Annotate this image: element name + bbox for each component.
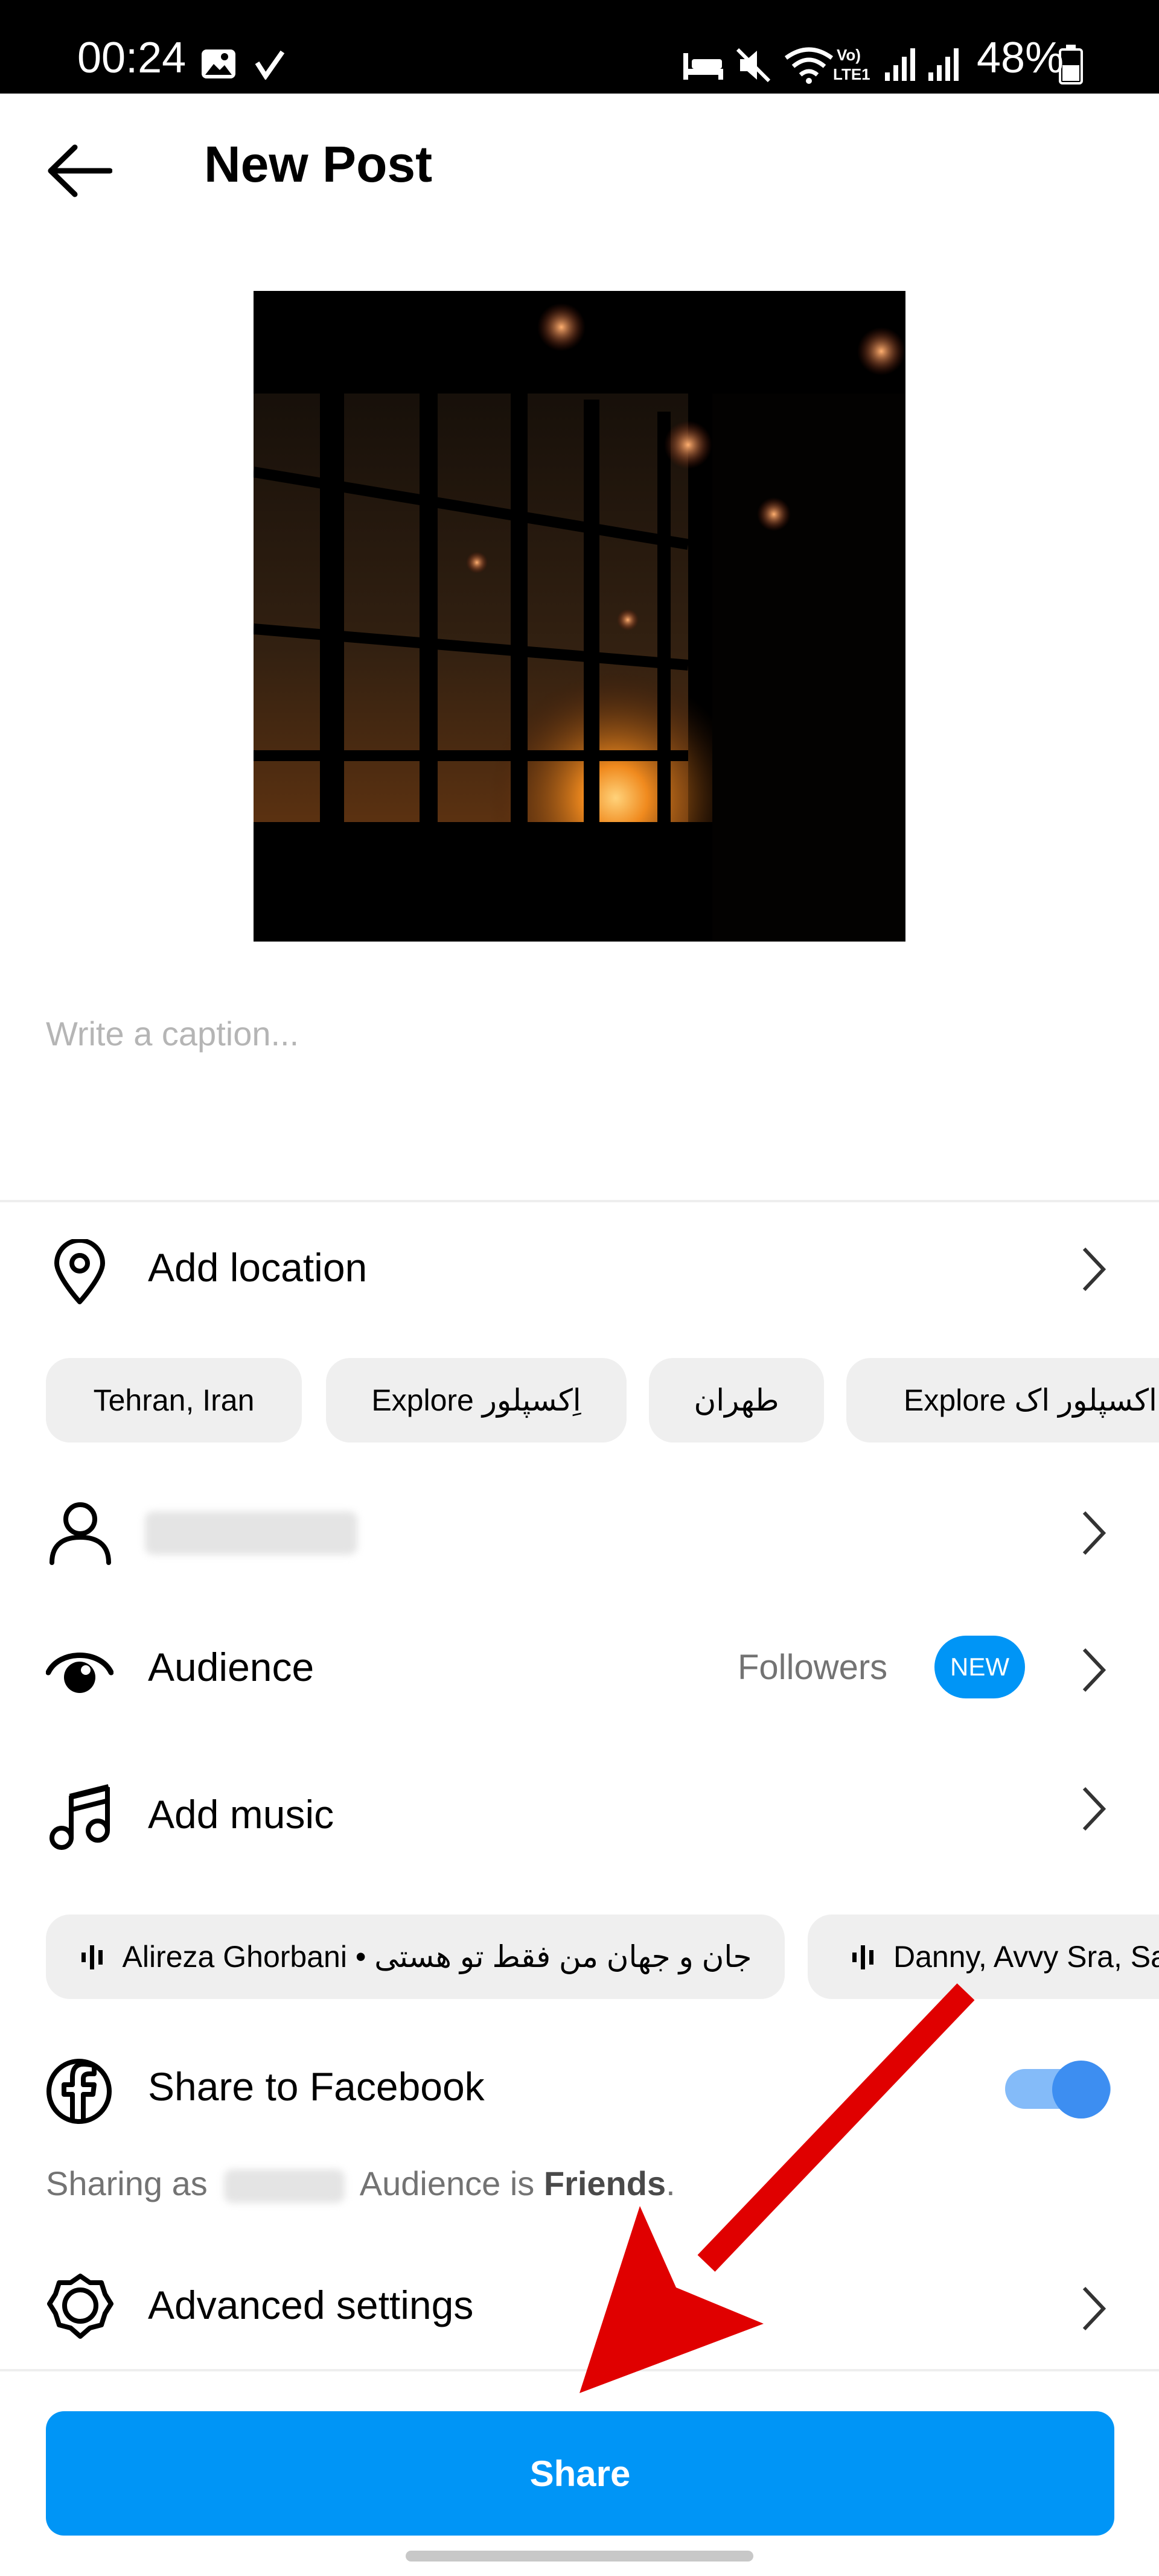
audience-label: Audience [148,1645,314,1689]
facebook-icon [46,2059,112,2124]
chevron-right-icon [1082,1247,1106,1292]
sharing-info: Sharing as Audience is Friends. [46,2164,675,2204]
location-chip[interactable]: Tehran, Iran [46,1358,302,1443]
redacted-account [224,2169,345,2204]
caption-input[interactable]: Write a caption... [46,1014,299,1053]
gallery-icon [202,49,235,78]
checkmark-notification-icon [255,50,285,80]
audio-waveform-icon [81,1945,103,1969]
audience-prefix: Audience is [359,2164,535,2202]
add-music-label: Add music [148,1792,334,1837]
chevron-right-icon [1082,1511,1106,1555]
new-badge: NEW [934,1636,1025,1698]
home-indicator [406,2551,753,2562]
battery-percent: 48% [977,34,1064,82]
music-chip[interactable]: Danny, Avvy Sra, Sa [808,1914,1159,1999]
location-pin-icon [54,1239,105,1304]
chevron-right-icon [1082,1787,1106,1831]
post-image-thumbnail [254,291,905,942]
volte-lte-icon: Vo) LTE1 [833,46,870,83]
add-location-label: Add location [148,1245,368,1290]
sharing-prefix: Sharing as [46,2164,208,2202]
location-chip[interactable]: Explore اکسپلور اک [846,1358,1159,1443]
location-chip[interactable]: طهران [649,1358,824,1443]
audience-value-bold: Friends [543,2164,666,2202]
audio-waveform-icon [852,1945,873,1969]
signal-2-icon [928,48,959,81]
battery-icon [1059,45,1083,84]
add-location-row[interactable]: Add location [0,1210,1159,1325]
location-chip[interactable]: Explore اِکسپلور [326,1358,627,1443]
music-chip-label: Alireza Ghorbani • جان و جهان من فقط تو … [122,1940,752,1974]
share-to-facebook-label: Share to Facebook [148,2064,485,2109]
person-icon [49,1502,111,1565]
signal-icon [885,48,915,81]
add-music-row[interactable]: Add music [0,1753,1159,1874]
chevron-right-icon [1082,2286,1106,2331]
photo-scene [254,291,905,942]
share-to-facebook-row: Share to Facebook [0,2034,1159,2143]
status-time: 00:24 [77,34,187,82]
back-arrow-icon[interactable] [46,144,112,198]
music-note-icon [49,1784,110,1850]
svg-text:Vo): Vo) [837,46,861,64]
facebook-toggle-knob[interactable] [1052,2061,1110,2119]
chevron-right-icon [1082,1648,1106,1692]
advanced-settings-label: Advanced settings [148,2283,474,2327]
eye-icon [46,1653,113,1693]
gear-icon [47,2274,113,2339]
audience-value: Followers [738,1648,888,1687]
svg-text:LTE1: LTE1 [833,65,870,83]
music-chip[interactable]: Alireza Ghorbani • جان و جهان من فقط تو … [46,1914,785,1999]
advanced-settings-row[interactable]: Advanced settings [0,2248,1159,2363]
page-title: New Post [204,136,433,193]
music-chip-label: Danny, Avvy Sra, Sa [893,1940,1159,1974]
wifi-icon [784,47,834,84]
status-bar: 00:24 Vo) LTE1 48% [0,0,1159,94]
bed-icon [683,53,723,80]
share-button[interactable]: Share [46,2411,1114,2536]
redacted-name [145,1511,357,1555]
audience-suffix: . [666,2164,675,2202]
divider [0,2369,1159,2371]
mute-icon [736,48,771,83]
tag-people-row[interactable] [0,1473,1159,1593]
divider [0,1200,1159,1202]
